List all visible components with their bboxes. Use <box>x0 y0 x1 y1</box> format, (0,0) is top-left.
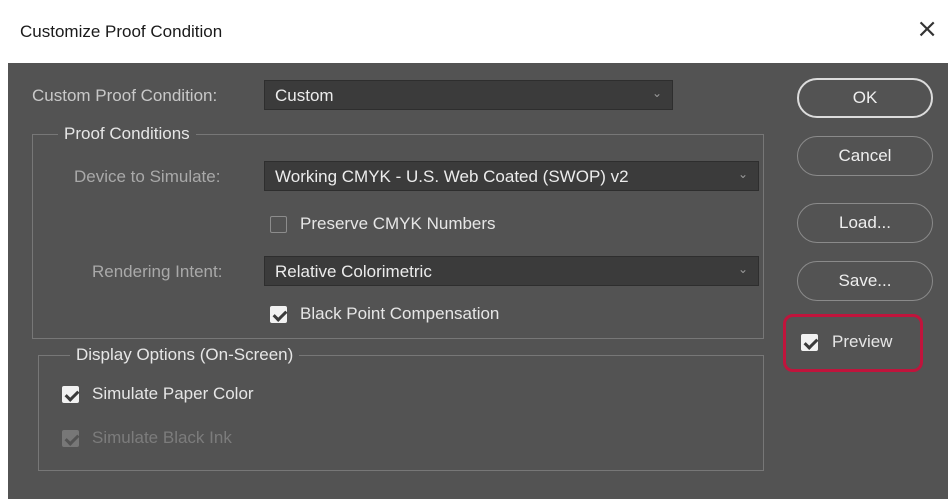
rendering-intent-value: Relative Colorimetric <box>275 262 432 281</box>
rendering-intent-select[interactable]: Relative Colorimetric ⌄ <box>264 256 759 286</box>
load-button[interactable]: Load... <box>797 203 933 243</box>
cancel-button[interactable]: Cancel <box>797 136 933 176</box>
device-to-simulate-select[interactable]: Working CMYK - U.S. Web Coated (SWOP) v2… <box>264 161 759 191</box>
ok-button[interactable]: OK <box>797 78 933 118</box>
simulate-black-ink-label: Simulate Black Ink <box>92 428 232 447</box>
rendering-intent-label: Rendering Intent: <box>92 262 223 281</box>
preserve-cmyk-checkbox[interactable] <box>270 216 287 233</box>
custom-proof-condition-select[interactable]: Custom ⌄ <box>264 80 673 110</box>
device-to-simulate-value: Working CMYK - U.S. Web Coated (SWOP) v2 <box>275 167 629 186</box>
black-point-compensation-label: Black Point Compensation <box>300 304 500 323</box>
chevron-down-icon: ⌄ <box>651 86 662 100</box>
display-options-group <box>38 355 764 471</box>
simulate-black-ink-checkbox <box>62 430 79 447</box>
black-point-compensation-checkbox[interactable] <box>270 306 287 323</box>
custom-proof-condition-value: Custom <box>275 86 334 105</box>
preview-checkbox[interactable] <box>801 334 818 351</box>
simulate-paper-color-checkbox[interactable] <box>62 386 79 403</box>
proof-conditions-title: Proof Conditions <box>58 124 196 144</box>
simulate-paper-color-label: Simulate Paper Color <box>92 384 254 403</box>
save-button[interactable]: Save... <box>797 261 933 301</box>
preview-label: Preview <box>832 332 893 351</box>
custom-proof-condition-label: Custom Proof Condition: <box>32 86 218 105</box>
window-title: Customize Proof Condition <box>20 22 223 41</box>
device-to-simulate-label: Device to Simulate: <box>74 167 221 186</box>
title-bar: Customize Proof Condition × <box>0 0 948 63</box>
display-options-title: Display Options (On-Screen) <box>70 345 300 365</box>
preserve-cmyk-label: Preserve CMYK Numbers <box>300 214 496 233</box>
chevron-down-icon: ⌄ <box>737 167 748 181</box>
chevron-down-icon: ⌄ <box>737 262 748 276</box>
close-icon[interactable]: × <box>916 16 938 42</box>
